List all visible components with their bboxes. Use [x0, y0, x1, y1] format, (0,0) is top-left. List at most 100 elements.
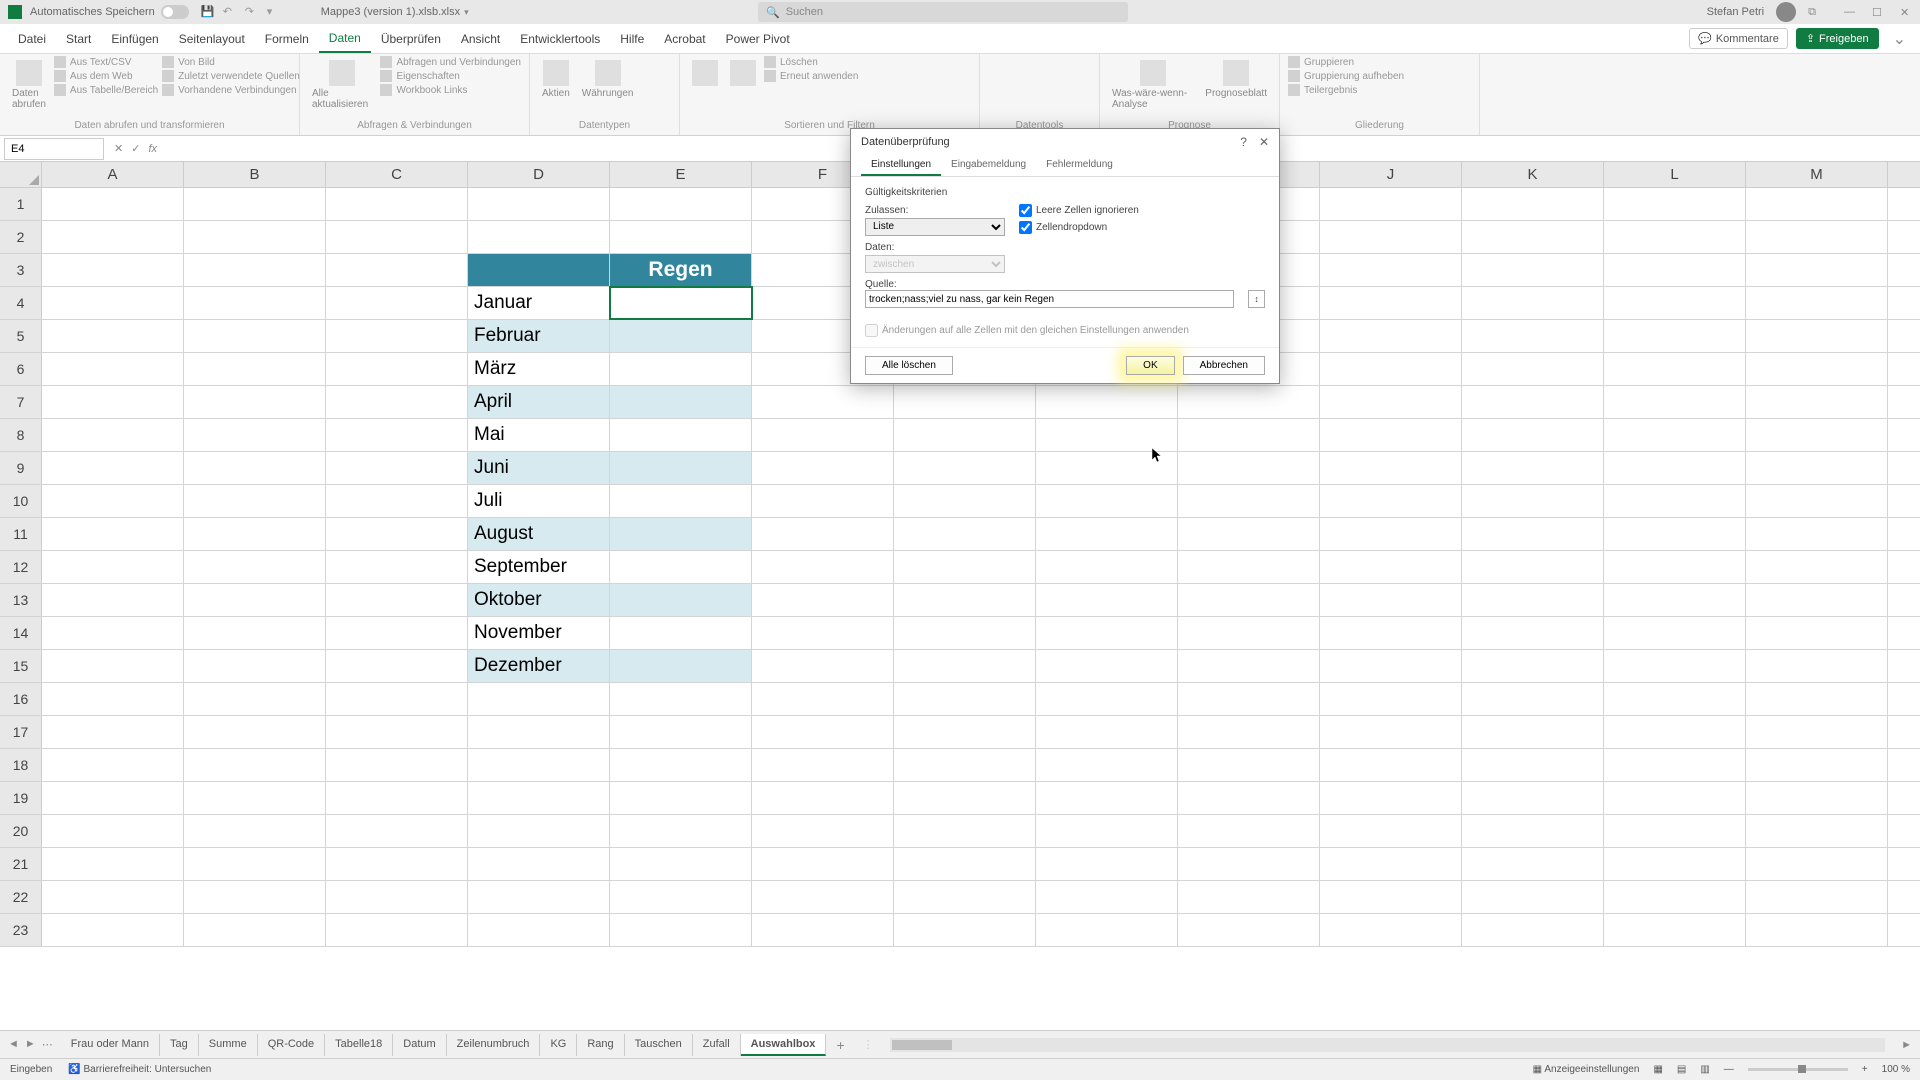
sheet-nav-more-icon[interactable]: ⋯ — [42, 1038, 53, 1051]
tab-einfuegen[interactable]: Einfügen — [101, 24, 168, 53]
row-header[interactable]: 15 — [0, 650, 42, 682]
cell[interactable] — [42, 320, 184, 352]
col-header[interactable]: M — [1746, 162, 1888, 187]
cell[interactable] — [894, 749, 1036, 781]
queries-conn[interactable]: Abfragen und Verbindungen — [380, 56, 521, 68]
cell[interactable] — [752, 419, 894, 451]
cell[interactable] — [1462, 617, 1604, 649]
cell[interactable] — [1178, 650, 1320, 682]
cell[interactable] — [1746, 188, 1888, 220]
cell[interactable] — [1036, 617, 1178, 649]
cell[interactable] — [610, 914, 752, 946]
cell[interactable] — [1462, 914, 1604, 946]
cell[interactable] — [1320, 881, 1462, 913]
cell[interactable] — [1036, 848, 1178, 880]
cancel-formula-icon[interactable]: ✕ — [112, 142, 125, 155]
cell[interactable] — [1462, 419, 1604, 451]
cell[interactable] — [752, 452, 894, 484]
cell[interactable] — [894, 518, 1036, 550]
cell[interactable] — [42, 452, 184, 484]
cell[interactable] — [1604, 320, 1746, 352]
cell[interactable] — [42, 749, 184, 781]
cell[interactable] — [1178, 584, 1320, 616]
cell[interactable] — [1462, 287, 1604, 319]
cell[interactable] — [184, 716, 326, 748]
cell[interactable] — [1462, 815, 1604, 847]
cell[interactable]: März — [468, 353, 610, 385]
cell[interactable] — [1462, 518, 1604, 550]
add-sheet-button[interactable]: + — [826, 1037, 854, 1053]
cell[interactable] — [1036, 881, 1178, 913]
cell[interactable] — [326, 848, 468, 880]
cell[interactable] — [1746, 353, 1888, 385]
cell[interactable] — [1462, 386, 1604, 418]
cell[interactable] — [1320, 584, 1462, 616]
zoom-level[interactable]: 100 % — [1882, 1064, 1910, 1075]
cell[interactable] — [894, 584, 1036, 616]
save-icon[interactable]: 💾 — [201, 5, 215, 19]
existing-conn[interactable]: Vorhandene Verbindungen — [162, 84, 300, 96]
cell[interactable] — [610, 749, 752, 781]
forecast-button[interactable]: Prognoseblatt — [1201, 56, 1271, 103]
cell[interactable] — [1746, 320, 1888, 352]
subtotal-button[interactable]: Teilergebnis — [1288, 84, 1404, 96]
dialog-close-icon[interactable]: ✕ — [1259, 135, 1269, 149]
cell[interactable] — [42, 221, 184, 253]
cell[interactable] — [1462, 551, 1604, 583]
cell[interactable] — [752, 617, 894, 649]
cell[interactable]: Mai — [468, 419, 610, 451]
cell[interactable] — [468, 188, 610, 220]
cell[interactable] — [1320, 353, 1462, 385]
maximize-icon[interactable]: ☐ — [1872, 6, 1884, 18]
cell[interactable] — [894, 452, 1036, 484]
cell[interactable] — [1036, 914, 1178, 946]
avatar[interactable] — [1776, 2, 1796, 22]
cell[interactable] — [42, 584, 184, 616]
cell[interactable] — [1320, 782, 1462, 814]
cell[interactable] — [1178, 881, 1320, 913]
cell[interactable] — [1178, 782, 1320, 814]
cell[interactable] — [752, 815, 894, 847]
cell[interactable] — [894, 386, 1036, 418]
cell[interactable] — [326, 518, 468, 550]
row-header[interactable]: 10 — [0, 485, 42, 517]
row-header[interactable]: 2 — [0, 221, 42, 253]
cell[interactable] — [894, 485, 1036, 517]
cell[interactable] — [468, 749, 610, 781]
row-header[interactable]: 13 — [0, 584, 42, 616]
tab-daten[interactable]: Daten — [319, 24, 371, 53]
close-icon[interactable]: ✕ — [1900, 6, 1912, 18]
cell[interactable] — [894, 419, 1036, 451]
search-box[interactable]: 🔍 Suchen — [758, 2, 1128, 22]
cell[interactable] — [326, 188, 468, 220]
clear-filter[interactable]: Löschen — [764, 56, 858, 68]
ok-button[interactable]: OK — [1126, 356, 1174, 375]
col-header[interactable]: C — [326, 162, 468, 187]
row-header[interactable]: 4 — [0, 287, 42, 319]
cell[interactable] — [1462, 254, 1604, 286]
tab-formeln[interactable]: Formeln — [255, 24, 319, 53]
refresh-all-button[interactable]: Alle aktualisieren — [308, 56, 376, 114]
cell[interactable] — [1604, 551, 1746, 583]
cell[interactable] — [1320, 551, 1462, 583]
cell[interactable] — [1320, 419, 1462, 451]
cell[interactable] — [1036, 518, 1178, 550]
sheet-tab[interactable]: Zeilenumbruch — [447, 1034, 541, 1056]
cell[interactable] — [1462, 584, 1604, 616]
cell[interactable] — [1178, 518, 1320, 550]
cell[interactable] — [184, 353, 326, 385]
cell[interactable] — [184, 551, 326, 583]
cell[interactable] — [752, 848, 894, 880]
cell[interactable] — [326, 683, 468, 715]
cell[interactable] — [42, 716, 184, 748]
cell[interactable] — [1604, 287, 1746, 319]
cell[interactable] — [184, 848, 326, 880]
row-header[interactable]: 21 — [0, 848, 42, 880]
cell[interactable] — [610, 221, 752, 253]
whatif-button[interactable]: Was-wäre-wenn-Analyse — [1108, 56, 1197, 114]
cell[interactable] — [1604, 881, 1746, 913]
filename-dropdown-icon[interactable]: ▾ — [464, 7, 469, 18]
accessibility-status[interactable]: ♿ Barrierefreiheit: Untersuchen — [68, 1064, 211, 1075]
minimize-icon[interactable]: — — [1844, 6, 1856, 18]
cell[interactable] — [1604, 254, 1746, 286]
